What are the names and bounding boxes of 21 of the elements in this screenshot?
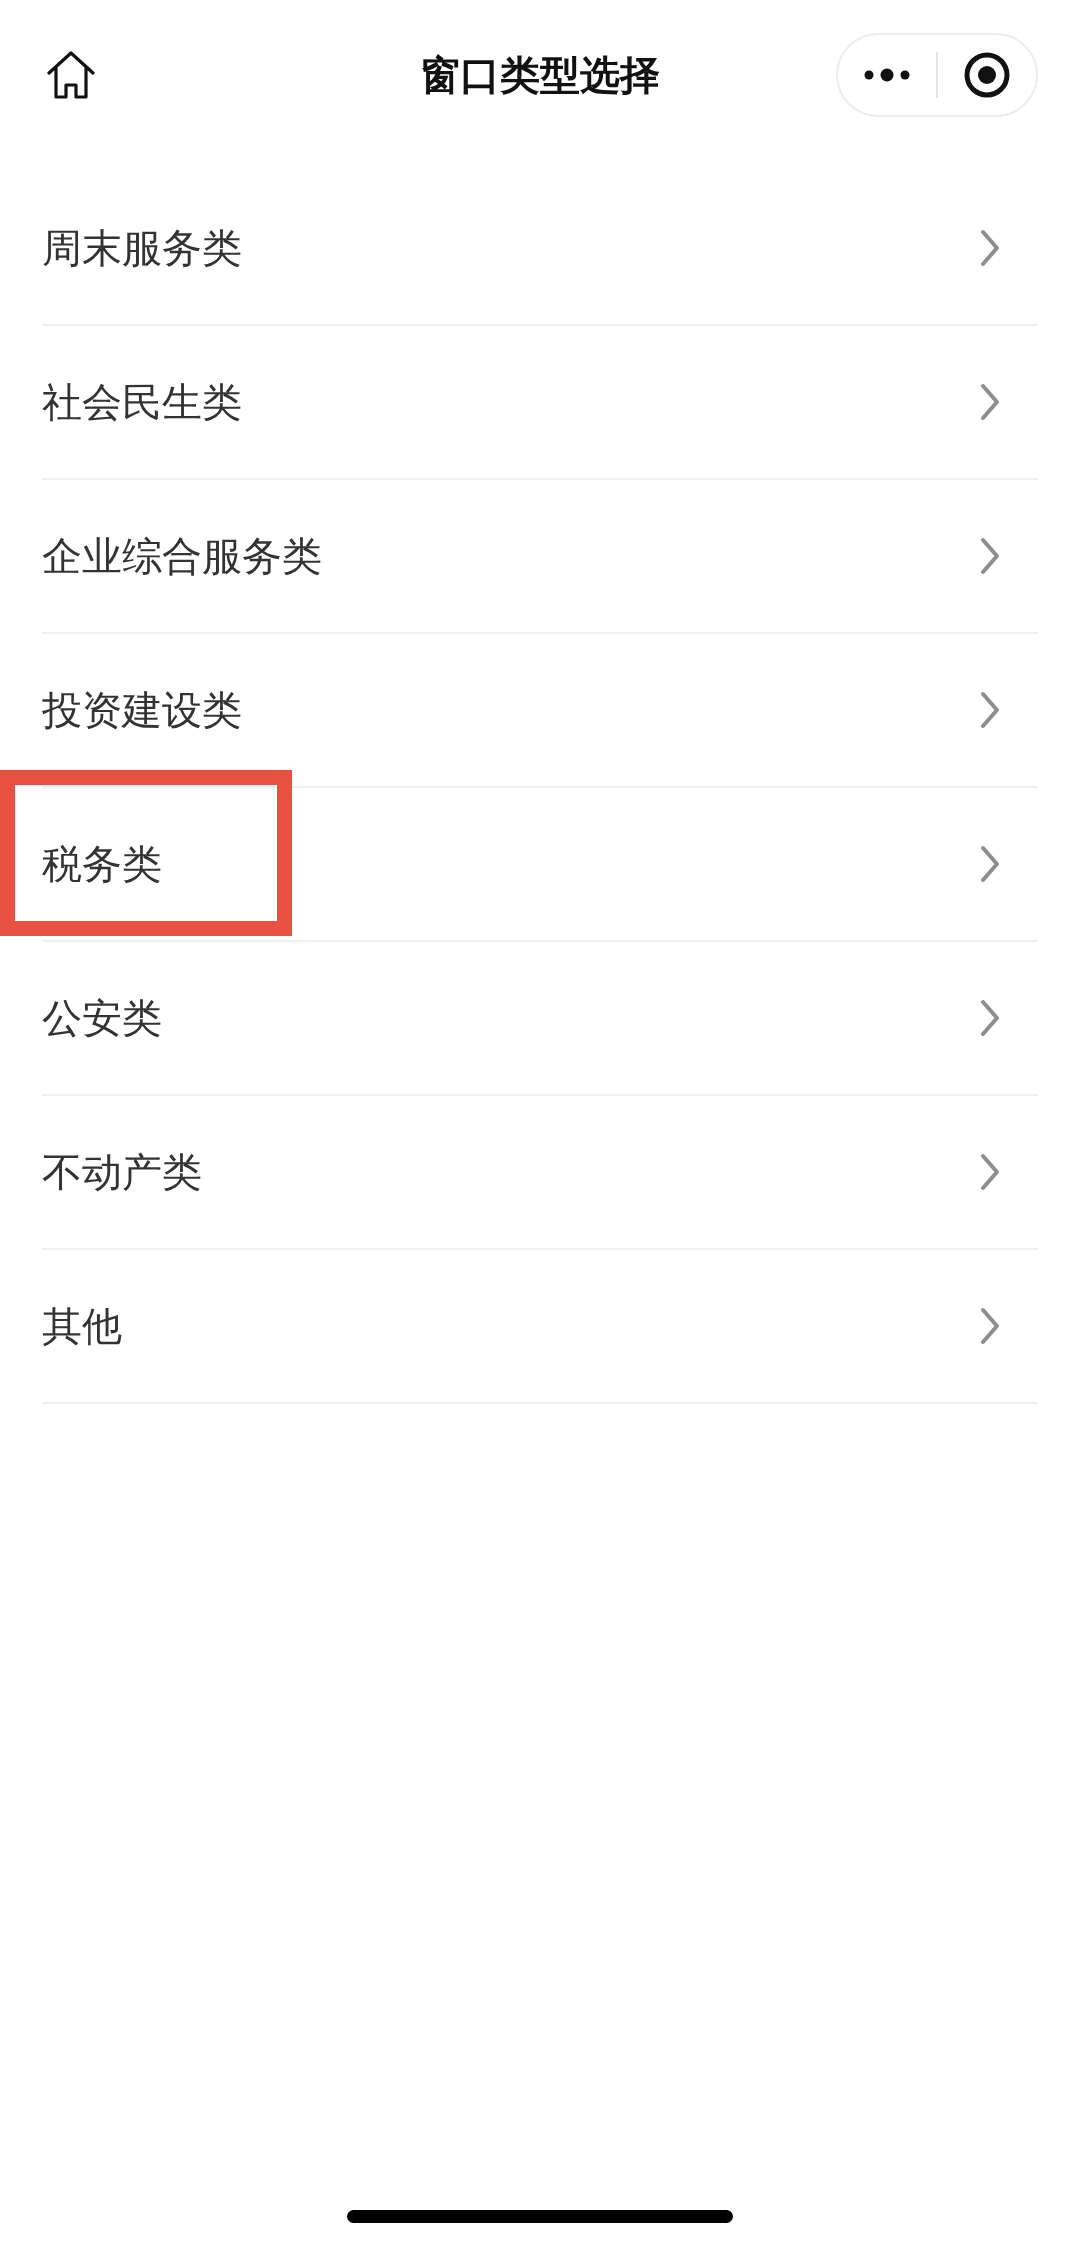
home-button[interactable]	[46, 51, 96, 99]
home-icon	[46, 51, 96, 99]
chevron-right-icon	[980, 691, 1000, 729]
chevron-right-icon	[980, 845, 1000, 883]
category-item[interactable]: 税务类	[42, 788, 1038, 942]
category-item[interactable]: 周末服务类	[42, 172, 1038, 326]
chevron-right-icon	[980, 229, 1000, 267]
category-item[interactable]: 社会民生类	[42, 326, 1038, 480]
page-title: 窗口类型选择	[420, 55, 660, 95]
more-icon	[864, 68, 910, 82]
chevron-right-icon	[980, 383, 1000, 421]
chevron-right-icon	[980, 999, 1000, 1037]
target-icon	[964, 52, 1010, 98]
chevron-right-icon	[980, 537, 1000, 575]
chevron-right-icon	[980, 1307, 1000, 1345]
category-item[interactable]: 公安类	[42, 942, 1038, 1096]
category-item[interactable]: 不动产类	[42, 1096, 1038, 1250]
chevron-right-icon	[980, 1153, 1000, 1191]
category-item[interactable]: 投资建设类	[42, 634, 1038, 788]
category-item[interactable]: 企业综合服务类	[42, 480, 1038, 634]
category-item[interactable]: 其他	[42, 1250, 1038, 1404]
